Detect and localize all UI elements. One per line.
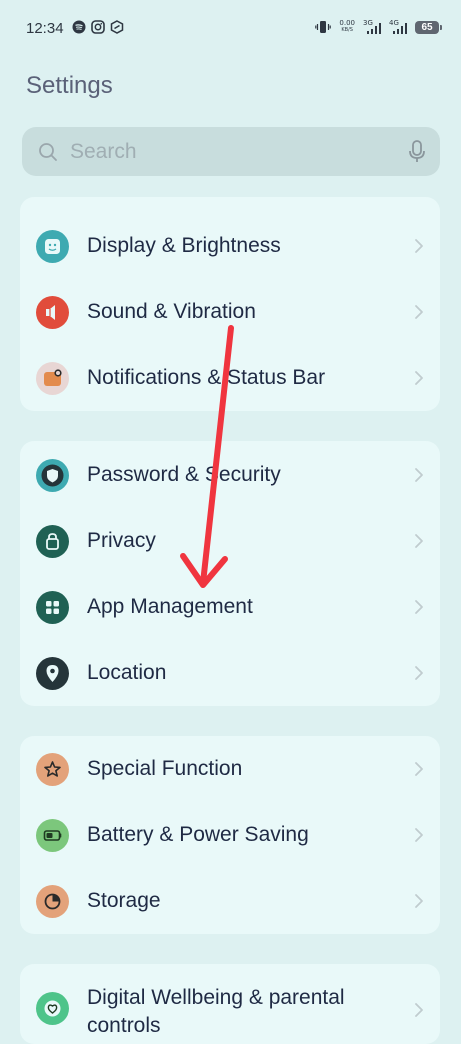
settings-group-display: Display & Brightness Sound & Vibration N… <box>20 197 440 411</box>
location-pin-icon <box>36 657 69 690</box>
instagram-icon <box>91 20 105 34</box>
network-speed-value: 0.00 <box>339 19 355 27</box>
chevron-right-icon <box>415 828 423 842</box>
signal-bars-icon <box>367 23 381 34</box>
settings-item-special-function[interactable]: Special Function <box>20 736 440 802</box>
chevron-right-icon <box>415 239 423 253</box>
settings-group-security: Password & Security Privacy App Manageme… <box>20 441 440 706</box>
signal-1: 3G <box>363 20 381 34</box>
special-function-star-icon <box>36 753 69 786</box>
chevron-right-icon <box>415 600 423 614</box>
vibrate-icon <box>315 21 332 33</box>
settings-item-storage[interactable]: Storage <box>20 868 440 934</box>
chevron-right-icon <box>415 305 423 319</box>
spotify-icon <box>72 20 86 34</box>
app-notification-icon <box>110 20 124 34</box>
status-time: 12:34 <box>26 20 64 37</box>
notifications-icon <box>36 362 69 395</box>
chevron-right-icon <box>415 894 423 908</box>
settings-item-notifications-status-bar[interactable]: Notifications & Status Bar <box>20 345 440 411</box>
chevron-right-icon <box>415 534 423 548</box>
search-input[interactable] <box>58 138 408 165</box>
settings-group-wellbeing: Digital Wellbeing & parental controls <box>20 964 440 1044</box>
settings-item-label: Location <box>87 661 167 684</box>
settings-item-digital-wellbeing[interactable]: Digital Wellbeing & parental controls <box>20 964 440 1044</box>
battery-level: 65 <box>421 21 433 33</box>
settings-item-label: Password & Security <box>87 463 281 486</box>
sound-vibration-icon <box>36 296 69 329</box>
network-speed-unit: KB/S <box>341 27 353 33</box>
chevron-right-icon <box>415 666 423 680</box>
privacy-lock-icon <box>36 525 69 558</box>
settings-item-label: Battery & Power Saving <box>87 823 309 846</box>
microphone-icon[interactable] <box>408 139 426 164</box>
settings-item-label: Special Function <box>87 757 243 780</box>
settings-item-label: Sound & Vibration <box>87 300 256 323</box>
battery-icon <box>36 819 69 852</box>
search-bar[interactable] <box>22 127 440 176</box>
settings-item-privacy[interactable]: Privacy <box>20 508 440 574</box>
wellbeing-heart-icon <box>36 992 69 1025</box>
battery-icon: 65 <box>415 20 442 34</box>
notification-icons <box>72 20 124 34</box>
settings-item-location[interactable]: Location <box>20 640 440 706</box>
chevron-right-icon <box>415 762 423 776</box>
storage-pie-icon <box>36 885 69 918</box>
chevron-right-icon <box>415 1003 423 1017</box>
settings-item-sound-vibration[interactable]: Sound & Vibration <box>20 279 440 345</box>
settings-item-label: Storage <box>87 889 161 912</box>
shield-icon <box>36 459 69 492</box>
settings-item-label: App Management <box>87 595 253 618</box>
status-bar: 12:34 0.00 KB/S 3G 4G 65 <box>0 0 461 60</box>
page-title: Settings <box>26 72 113 99</box>
signal-bars-icon <box>393 23 407 34</box>
chevron-right-icon <box>415 468 423 482</box>
app-grid-icon <box>36 591 69 624</box>
settings-item-label: Privacy <box>87 529 156 552</box>
settings-item-label: Digital Wellbeing & parental controls <box>87 986 345 1037</box>
settings-item-label: Display & Brightness <box>87 234 281 257</box>
chevron-right-icon <box>415 371 423 385</box>
status-right: 0.00 KB/S 3G 4G 65 <box>315 20 442 34</box>
settings-item-app-management[interactable]: App Management <box>20 574 440 640</box>
settings-group-system: Special Function Battery & Power Saving … <box>20 736 440 934</box>
signal-2: 4G <box>389 20 407 34</box>
settings-item-display-brightness[interactable]: Display & Brightness <box>20 213 440 279</box>
display-brightness-icon <box>36 230 69 263</box>
search-icon <box>39 142 57 161</box>
settings-item-battery-power-saving[interactable]: Battery & Power Saving <box>20 802 440 868</box>
network-speed: 0.00 KB/S <box>339 20 355 34</box>
settings-item-password-security[interactable]: Password & Security <box>20 442 440 508</box>
settings-item-label: Notifications & Status Bar <box>87 366 326 389</box>
